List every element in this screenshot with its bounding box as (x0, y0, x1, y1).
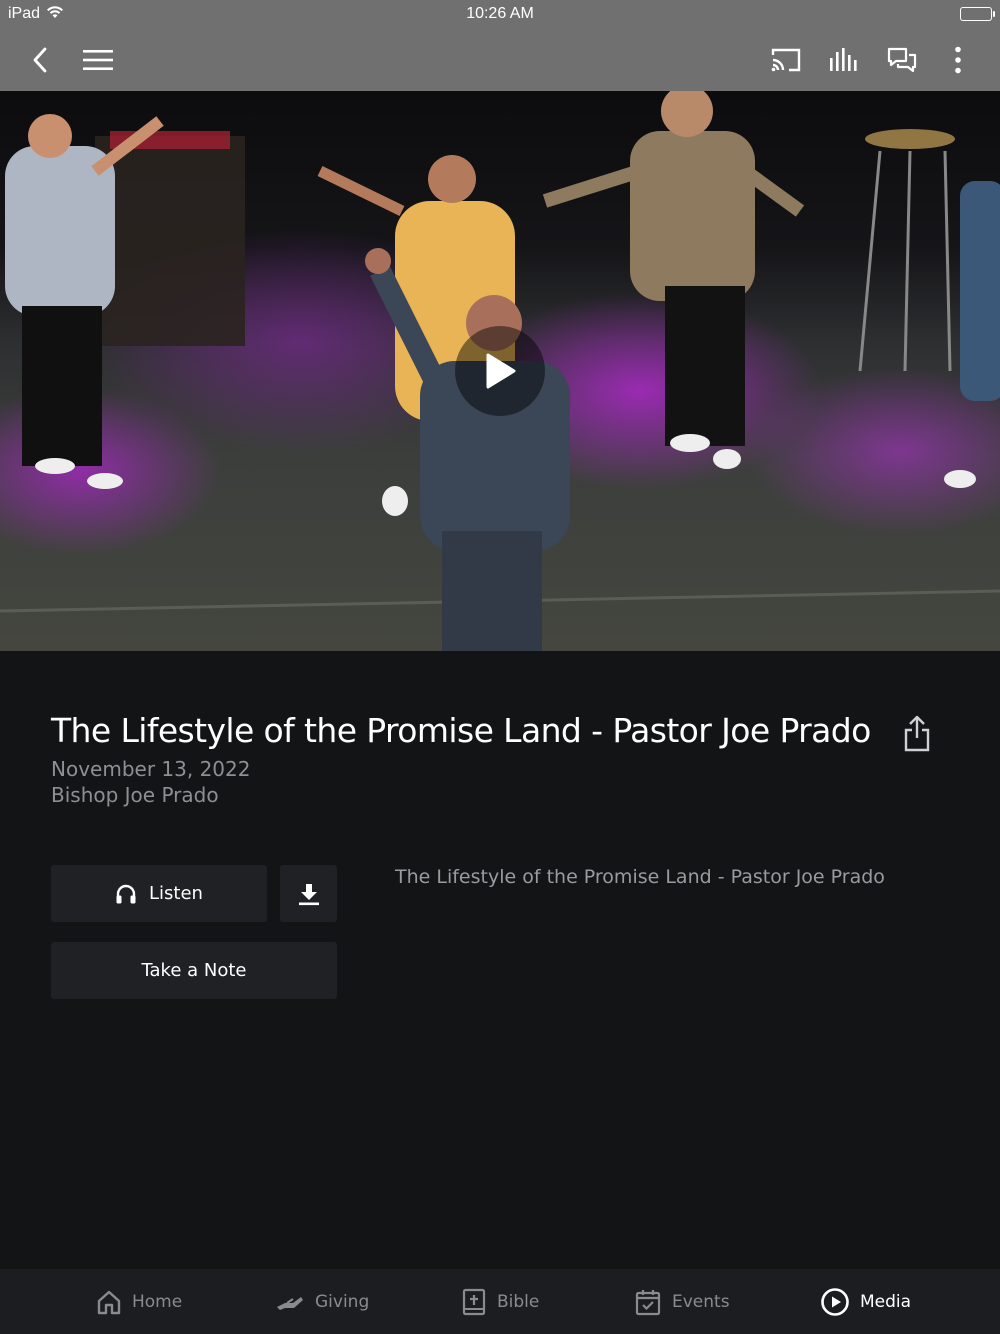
bible-icon (462, 1288, 486, 1315)
tab-bible-label: Bible (497, 1291, 540, 1312)
sermon-description: The Lifestyle of the Promise Land - Past… (395, 866, 885, 888)
status-time: 10:26 AM (466, 5, 534, 22)
calendar-icon (635, 1289, 661, 1315)
cast-button[interactable] (768, 42, 804, 78)
chat-icon (887, 47, 917, 73)
menu-icon (83, 50, 113, 70)
play-button[interactable] (455, 326, 545, 416)
more-icon (955, 46, 961, 74)
play-icon (486, 353, 516, 389)
media-play-icon (821, 1287, 849, 1316)
top-nav-bar (0, 28, 1000, 91)
share-button[interactable] (900, 714, 934, 754)
sermon-title: The Lifestyle of the Promise Land - Past… (51, 711, 871, 750)
tab-giving-label: Giving (315, 1291, 370, 1312)
more-button[interactable] (940, 42, 976, 78)
download-button[interactable] (280, 865, 337, 922)
back-button[interactable] (22, 42, 58, 78)
tab-giving[interactable]: Giving (275, 1269, 369, 1334)
tab-media-label: Media (860, 1291, 912, 1312)
menu-button[interactable] (80, 42, 116, 78)
giving-icon (277, 1296, 303, 1310)
battery-icon (960, 7, 995, 21)
share-icon (904, 715, 930, 752)
audio-bars-icon (830, 48, 857, 71)
headphones-icon (116, 884, 136, 903)
video-player[interactable] (0, 91, 1000, 651)
back-icon (33, 47, 47, 73)
audio-button[interactable] (826, 42, 862, 78)
take-note-label: Take a Note (141, 960, 247, 981)
listen-button[interactable]: Listen (51, 865, 267, 922)
sermon-author: Bishop Joe Prado (51, 783, 219, 807)
tab-events-label: Events (672, 1291, 730, 1312)
chat-button[interactable] (884, 42, 920, 78)
sermon-date: November 13, 2022 (51, 757, 251, 781)
tab-bible[interactable]: Bible (461, 1269, 539, 1334)
cast-icon (771, 48, 801, 72)
bottom-tab-bar: Home Giving Bible Events Media (0, 1269, 1000, 1334)
take-note-button[interactable]: Take a Note (51, 942, 337, 999)
tab-media[interactable]: Media (820, 1269, 911, 1334)
listen-label: Listen (149, 883, 203, 904)
status-bar: iPad 10:26 AM (0, 0, 1000, 28)
tab-home[interactable]: Home (96, 1269, 182, 1334)
home-icon (97, 1290, 121, 1314)
tab-home-label: Home (132, 1291, 183, 1312)
tab-events[interactable]: Events (634, 1269, 730, 1334)
download-icon (298, 883, 319, 905)
